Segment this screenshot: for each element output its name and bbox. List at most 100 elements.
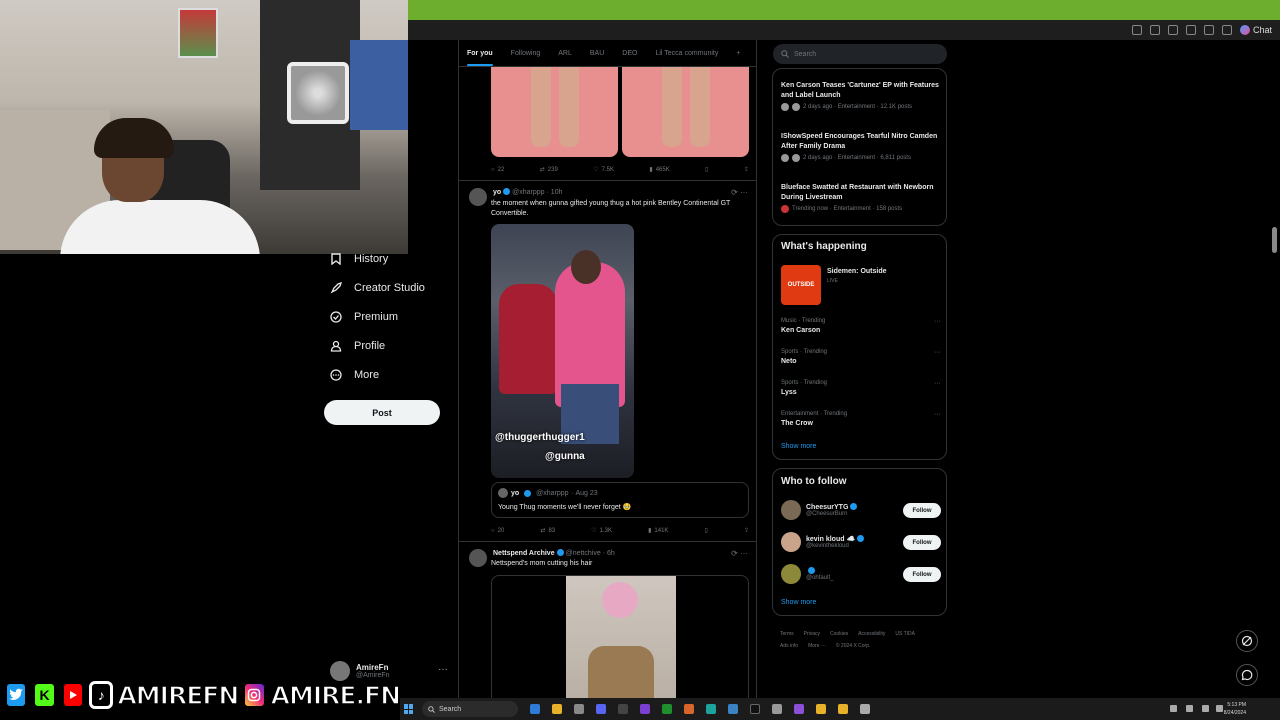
follow-button[interactable]: Follow: [903, 567, 941, 582]
footer-link[interactable]: Accessibility: [858, 628, 885, 640]
refresh-icon[interactable]: [1185, 25, 1196, 35]
wifi-icon[interactable]: [1202, 705, 1209, 712]
follow-suggestion[interactable]: kevin kloud ☁️ @kevinthekloud Follow: [781, 530, 941, 554]
tweet-author-handle[interactable]: @xharppp: [512, 189, 544, 196]
repost-button[interactable]: ⇄ 83: [540, 527, 555, 535]
edge-icon[interactable]: [530, 704, 540, 714]
views-button[interactable]: ▮ 465K: [649, 166, 669, 174]
more-icon[interactable]: ···: [438, 664, 448, 675]
reply-button[interactable]: ○ 22: [491, 166, 504, 173]
grok-button[interactable]: [1236, 630, 1258, 652]
settings-icon[interactable]: [860, 704, 870, 714]
show-more-link[interactable]: Show more: [781, 443, 816, 450]
tweet-video[interactable]: [491, 575, 749, 700]
footer-link[interactable]: More ···: [808, 640, 826, 652]
tweet-author-handle[interactable]: @nettchive: [566, 550, 601, 557]
news-item[interactable]: IShowSpeed Encourages Tearful Nitro Camd…: [781, 132, 941, 162]
news-item[interactable]: Blueface Swatted at Restaurant with Newb…: [781, 183, 941, 213]
chrome-icon[interactable]: [838, 704, 848, 714]
like-button[interactable]: ♡ 1.3K: [591, 527, 612, 535]
footer-link[interactable]: US TIDA: [895, 628, 915, 640]
nav-item-history[interactable]: History: [330, 244, 388, 273]
follow-button[interactable]: Follow: [903, 535, 941, 550]
trend-item[interactable]: Music · Trending Ken Carson ···: [781, 318, 941, 334]
chrome-icon[interactable]: [816, 704, 826, 714]
windows-start-icon[interactable]: [404, 704, 414, 714]
epic-icon[interactable]: [750, 704, 760, 714]
more-icon[interactable]: ⟳ ···: [731, 549, 748, 558]
volume-icon[interactable]: [1216, 705, 1223, 712]
tab-for-you[interactable]: For you: [467, 50, 493, 66]
post-button[interactable]: Post: [324, 400, 440, 425]
twitch-icon[interactable]: [640, 704, 650, 714]
capcut-icon[interactable]: [706, 704, 716, 714]
footer-link[interactable]: Ads info: [780, 640, 798, 652]
news-item[interactable]: Ken Carson Teases 'Cartunez' EP with Fea…: [781, 81, 941, 111]
app-icon[interactable]: [772, 704, 782, 714]
tweet-media-image[interactable]: [491, 67, 749, 157]
bookmark-button[interactable]: ▯: [705, 166, 708, 173]
tab-lil-tecca-community[interactable]: Lil Tecca community: [655, 50, 718, 57]
avatar[interactable]: [469, 549, 487, 567]
add-tab-icon[interactable]: +: [736, 50, 740, 57]
footer-link[interactable]: Cookies: [830, 628, 848, 640]
trend-item[interactable]: Entertainment · Trending The Crow ···: [781, 411, 941, 427]
profile-icon[interactable]: [1221, 25, 1232, 35]
taskbar-clock[interactable]: 5:13 PM 8/24/2024: [1224, 701, 1246, 717]
quoted-tweet[interactable]: yo @xharppp · Aug 23 Young Thug moments …: [491, 482, 749, 518]
tweet-time[interactable]: · 6h: [603, 550, 615, 557]
tweet-video[interactable]: @thuggerthugger1 @gunna: [491, 224, 634, 478]
copilot-chat-button[interactable]: Chat: [1239, 25, 1272, 35]
tab-arl[interactable]: ARL: [558, 50, 572, 57]
more-icon[interactable]: ···: [934, 380, 941, 387]
xbox-icon[interactable]: [662, 704, 672, 714]
avatar[interactable]: [469, 188, 487, 206]
search-input[interactable]: Search: [773, 44, 947, 64]
favorite-icon[interactable]: [1167, 25, 1178, 35]
messages-button[interactable]: [1236, 664, 1258, 686]
share-button[interactable]: ⇪: [744, 166, 749, 173]
brave-icon[interactable]: [684, 704, 694, 714]
show-more-link[interactable]: Show more: [781, 599, 816, 606]
more-icon[interactable]: ···: [934, 349, 941, 356]
obs-icon[interactable]: [574, 704, 584, 714]
trend-item[interactable]: Sports · Trending Neto ···: [781, 349, 941, 365]
tab-following[interactable]: Following: [511, 50, 541, 57]
follow-suggestion[interactable]: CheesurYTG @CheesurBurn Follow: [781, 498, 941, 522]
bookmark-button[interactable]: ▯: [705, 527, 708, 534]
live-event[interactable]: Sidemen: Outside LIVE: [827, 268, 887, 284]
nav-item-creator-studio[interactable]: Creator Studio: [330, 273, 425, 302]
like-button[interactable]: ♡ 7.5K: [593, 166, 614, 174]
follow-suggestion[interactable]: @ohfault_ Follow: [781, 562, 941, 586]
trend-item[interactable]: Sports · Trending Lyss ···: [781, 380, 941, 396]
store-icon[interactable]: [728, 704, 738, 714]
reader-icon[interactable]: [1149, 25, 1160, 35]
vencord-icon[interactable]: [794, 704, 804, 714]
repost-button[interactable]: ⇄ 239: [540, 166, 558, 174]
taskbar-search[interactable]: Search: [422, 701, 518, 717]
footer-link[interactable]: Privacy: [804, 628, 820, 640]
nav-item-profile[interactable]: Profile: [330, 331, 385, 360]
more-icon[interactable]: ···: [934, 411, 941, 418]
more-icon[interactable]: ···: [934, 318, 941, 325]
nav-item-premium[interactable]: Premium: [330, 302, 398, 331]
collections-icon[interactable]: [1203, 25, 1214, 35]
chevron-up-icon[interactable]: [1170, 705, 1177, 712]
microphone-icon[interactable]: [1186, 705, 1193, 712]
tweet-author-name[interactable]: yo: [493, 189, 501, 196]
reply-button[interactable]: ○ 20: [491, 527, 504, 534]
extension-icon[interactable]: [1131, 25, 1142, 35]
chrome-icon[interactable]: [552, 704, 562, 714]
tab-bau[interactable]: BAU: [590, 50, 604, 57]
calculator-icon[interactable]: [618, 704, 628, 714]
live-thumbnail[interactable]: OUTSIDE: [781, 265, 821, 305]
more-icon[interactable]: ⟳ ···: [731, 188, 748, 197]
tab-deo[interactable]: DEO: [622, 50, 637, 57]
nav-item-more[interactable]: More: [330, 360, 379, 389]
scrollbar-thumb[interactable]: [1272, 227, 1277, 253]
tweet-author-name[interactable]: Nettspend Archive: [493, 550, 555, 557]
footer-link[interactable]: Terms: [780, 628, 794, 640]
discord-icon[interactable]: [596, 704, 606, 714]
follow-button[interactable]: Follow: [903, 503, 941, 518]
views-button[interactable]: ▮ 141K: [648, 527, 668, 535]
